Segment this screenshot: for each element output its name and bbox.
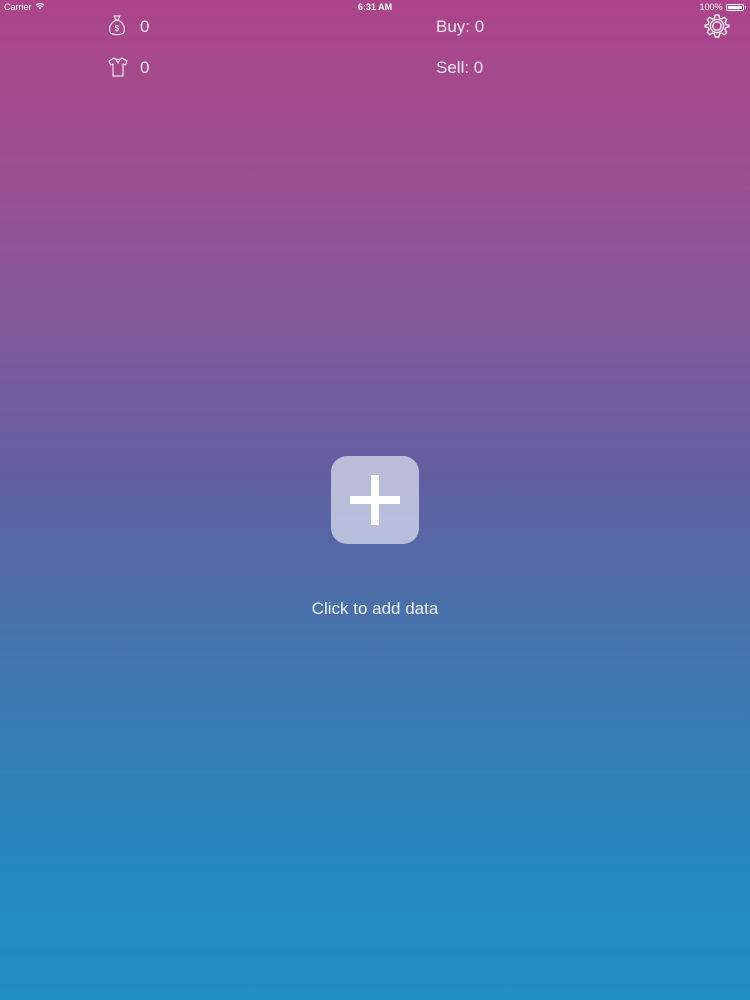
clothing-value: 0	[140, 58, 150, 77]
battery-tip	[744, 5, 746, 9]
shirt-icon	[107, 56, 129, 78]
buy-count: Buy: 0	[436, 17, 485, 36]
add-data-label[interactable]: Click to add data	[0, 599, 750, 619]
add-data-button[interactable]	[331, 456, 419, 544]
settings-button[interactable]	[703, 12, 731, 40]
status-time: 6:31 AM	[357, 2, 393, 12]
status-bar: Carrier 6:31 AM 100%	[0, 0, 750, 14]
plus-icon	[350, 475, 400, 525]
battery-icon	[725, 3, 744, 11]
money-bag-icon: $	[107, 14, 129, 36]
svg-text:$: $	[115, 24, 120, 33]
gear-icon	[704, 14, 730, 38]
app-screen: Carrier 6:31 AM 100% $ 0 0 Buy: 0 Sell: …	[0, 0, 750, 1000]
battery-fill	[727, 5, 742, 9]
money-value: 0	[140, 17, 150, 36]
sell-count: Sell: 0	[436, 58, 484, 77]
